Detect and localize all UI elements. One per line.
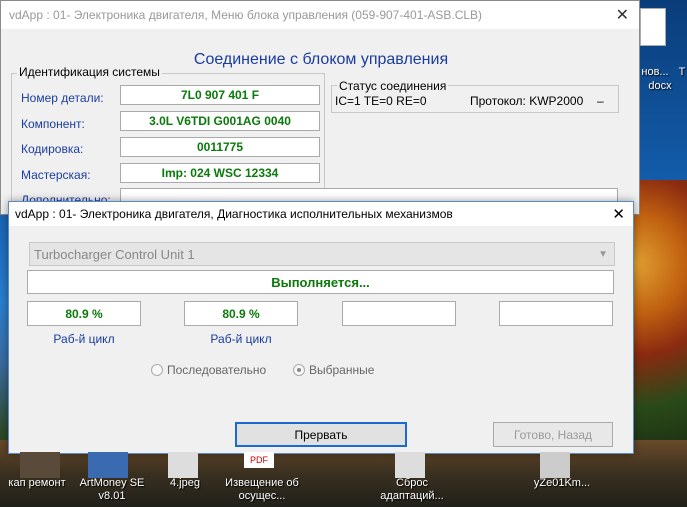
image-file-icon[interactable] [168,452,198,478]
coding-field: 0011775 [120,137,320,157]
document-file-icon[interactable] [640,8,666,46]
main-window: vdApp : 01- Электроника двигателя, Меню … [0,0,640,215]
desktop-icon-label: нов... [641,66,669,78]
identification-group-label: Идентификация системы [17,65,162,79]
desktop-icon-label: yZe01Km... [533,477,591,489]
value-box-3 [342,301,456,326]
value-box-4 [499,301,613,326]
app-icon[interactable] [88,452,128,478]
dialog-titlebar: vdApp : 01- Электроника двигателя, Диагн… [9,202,633,226]
progress-status: Выполняется... [27,270,614,294]
document-file-icon[interactable] [395,452,425,478]
dialog-title: vdApp : 01- Электроника двигателя, Диагн… [15,207,453,221]
done-back-button[interactable]: Готово, Назад [493,422,613,447]
radio-sequential-label: Последовательно [167,363,267,377]
close-icon[interactable]: ✕ [616,5,629,25]
part-number-field: 7L0 907 401 F [120,85,320,105]
desktop-icon-label: T [678,66,686,78]
folder-icon[interactable] [20,452,60,478]
actuator-select-value: Turbocharger Control Unit 1 [34,246,195,262]
workshop-field: Imp: 024 WSC 12334 [120,163,320,183]
desktop-icon-label: кап ремонт [8,477,66,489]
radio-sequential[interactable]: Последовательно [151,363,266,377]
main-window-titlebar: vdApp : 01- Электроника двигателя, Меню … [1,1,639,29]
desktop-icon-label: Сброс адаптаций... [380,477,444,502]
radio-button-icon [151,364,163,376]
actuator-diagnostics-dialog: vdApp : 01- Электроника двигателя, Диагн… [8,201,634,454]
value-label-1: Раб-й цикл [53,332,115,346]
workshop-label: Мастерская: [21,168,91,182]
image-file-icon[interactable] [540,452,570,478]
chevron-down-icon: ▼ [598,248,608,260]
part-number-label: Номер детали: [21,91,104,105]
main-window-title: vdApp : 01- Электроника двигателя, Меню … [9,8,483,22]
coding-label: Кодировка: [21,142,84,156]
protocol-suffix: – [597,94,604,108]
radio-selected-label: Выбранные [309,363,375,377]
component-label: Компонент: [21,117,85,131]
protocol-label: Протокол: KWP2000 [470,94,584,108]
connection-status-values: IC=1 TE=0 RE=0 [335,94,427,108]
actuator-select[interactable]: Turbocharger Control Unit 1 ▼ [29,242,615,266]
desktop-icon-label: ArtMoney SE v8.01 [79,477,145,502]
connection-status-label: Статус соединения [337,79,449,93]
radio-selected[interactable]: Выбранные [293,363,374,377]
close-icon[interactable]: ✕ [612,205,625,223]
component-field: 3.0L V6TDI G001AG 0040 [120,111,320,131]
value-box-1: 80.9 % [27,301,141,326]
value-box-2: 80.9 % [184,301,298,326]
desktop-icon-label: docx [648,80,672,92]
abort-button[interactable]: Прервать [235,422,407,447]
radio-button-icon [293,364,305,376]
desktop-icon-label: Извещение об осущес... [225,477,299,502]
pdf-file-icon[interactable]: PDF [244,452,274,468]
desktop-icon-label: 4.jpeg [170,477,200,489]
value-label-2: Раб-й цикл [210,332,272,346]
